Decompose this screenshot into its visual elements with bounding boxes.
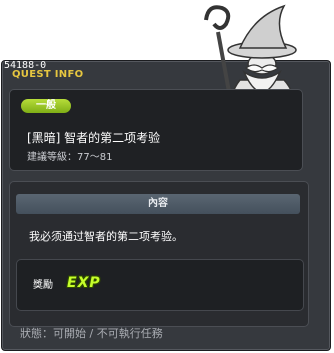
reward-label: 獎勵 — [33, 280, 53, 291]
reward-box: 獎勵 EXP — [16, 259, 304, 311]
window-title: QUEST INFO — [12, 69, 84, 80]
quest-name: [黑暗] 智者的第二项考验 — [27, 131, 161, 145]
content-header: 內容 — [16, 194, 300, 214]
quest-content-card: 內容 我必须通过智者的第二项考验。 獎勵 EXP — [9, 181, 309, 327]
category-badge: 一般 — [21, 99, 71, 113]
quest-summary-card: 一般 [黑暗] 智者的第二项考验 建議等級：77～81 — [9, 89, 303, 171]
quest-status: 狀態：可開始 / 不可執行任務 — [20, 327, 163, 340]
exp-icon: EXP — [67, 275, 101, 291]
recommended-level: 建議等級：77～81 — [27, 148, 112, 163]
quest-description: 我必须通过智者的第二项考验。 — [29, 230, 183, 243]
level-label: 建議等級： — [27, 152, 77, 163]
level-range: 77～81 — [77, 152, 113, 163]
